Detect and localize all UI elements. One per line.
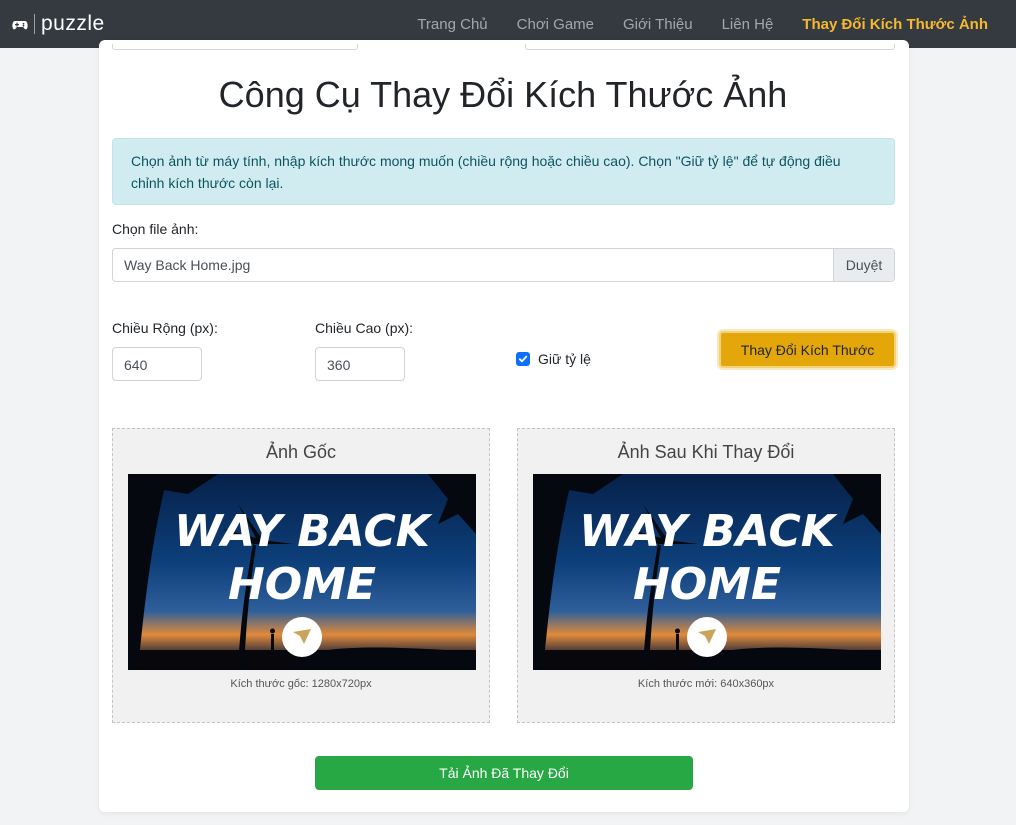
nav-link-play-game[interactable]: Chơi Game (517, 16, 594, 33)
resized-preview-panel: Ảnh Sau Khi Thay Đổi WAY BACK HOME Kích … (517, 428, 895, 723)
image-text-line1: WAY BACK (174, 506, 433, 557)
file-label: Chọn file ảnh: (112, 221, 199, 237)
resized-image: WAY BACK HOME (533, 474, 881, 670)
keep-ratio-label: Giữ tỷ lệ (538, 351, 591, 367)
resized-size-caption: Kích thước mới: 640x360px (637, 678, 775, 690)
width-label: Chiều Rộng (px): (112, 320, 218, 336)
keep-ratio-toggle[interactable]: Giữ tỷ lệ (516, 351, 591, 367)
nav-link-contact[interactable]: Liên Hệ (722, 16, 774, 33)
image-text-line1: WAY BACK (579, 506, 838, 557)
file-name-value: Way Back Home.jpg (124, 257, 251, 273)
page-title: Công Cụ Thay Đổi Kích Thước Ảnh (218, 74, 788, 115)
original-preview-panel: Ảnh Gốc WAY BACK HOME Kích thước gốc: 12… (112, 428, 490, 723)
nav-link-home[interactable]: Trang Chủ (417, 16, 487, 33)
nav-link-about[interactable]: Giới Thiệu (623, 16, 693, 33)
keep-ratio-checkbox[interactable] (516, 352, 530, 366)
scrolled-field (525, 44, 895, 50)
brand-logo[interactable]: puzzle (12, 12, 105, 36)
brand-name: puzzle (41, 12, 105, 35)
browse-button[interactable]: Duyệt (833, 249, 894, 281)
original-preview-title: Ảnh Gốc (265, 442, 337, 462)
image-text-line2: HOME (228, 559, 376, 610)
height-label: Chiều Cao (px): (315, 320, 414, 336)
gamepad-icon (12, 18, 28, 30)
nav-link-resize-image[interactable]: Thay Đổi Kích Thước Ảnh (802, 16, 988, 33)
file-input[interactable]: Way Back Home.jpg Duyệt (112, 248, 895, 282)
brand-divider (34, 14, 35, 34)
checkmark-icon (518, 355, 528, 363)
original-size-caption: Kích thước gốc: 1280x720px (230, 678, 372, 690)
width-input[interactable]: 640 (112, 347, 202, 381)
image-text-line2: HOME (633, 559, 781, 610)
download-button[interactable]: Tải Ảnh Đã Thay Đổi (315, 756, 693, 790)
resize-button[interactable]: Thay Đổi Kích Thước (719, 331, 896, 368)
height-input[interactable]: 360 (315, 347, 405, 381)
info-alert: Chọn ảnh từ máy tính, nhập kích thước mo… (112, 138, 895, 205)
scrolled-field (112, 44, 358, 50)
resized-preview-title: Ảnh Sau Khi Thay Đổi (617, 442, 795, 462)
original-image: WAY BACK HOME (128, 474, 476, 670)
